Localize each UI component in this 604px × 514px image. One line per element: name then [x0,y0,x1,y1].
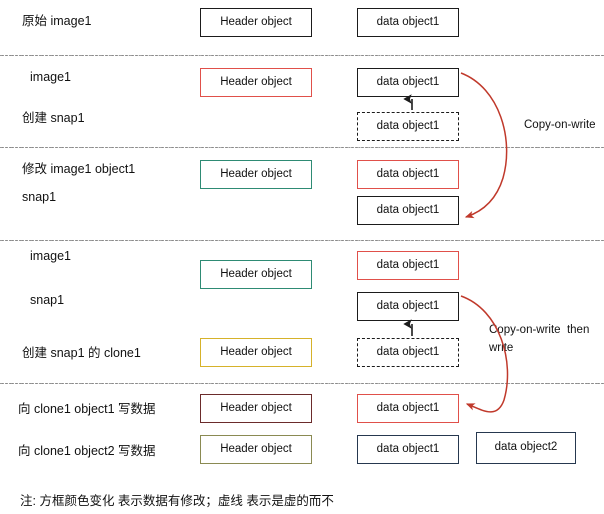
data-object1-box-write-object1: data object1 [357,394,459,423]
data-object1-box-snap1-clone-stage: data object1 [357,292,459,321]
header-object-box-modified-image1: Header object [200,160,312,189]
data-object1-box-image1-clone-stage: data object1 [357,251,459,280]
data-object1-box-image1-snap: data object1 [357,68,459,97]
data-object1-virtual-box-snap1: data object1 [357,112,459,141]
row-label-image1-clone-stage: image1 [30,249,71,263]
annotation-copy-on-write-then-write-line1: Copy-on-write then [489,324,590,336]
row-label-original-image1: 原始 image1 [22,14,92,28]
header-object-box-write-object2: Header object [200,435,312,464]
section-separator-1 [0,55,604,56]
diagram-footnote: 注: 方框颜色变化 表示数据有修改；虚线 表示是虚的而不 [20,494,334,508]
header-object-box-clone1: Header object [200,338,312,367]
row-label-write-clone1-object2: 向 clone1 object2 写数据 [18,444,156,458]
header-object-box-image1-clone-stage: Header object [200,260,312,289]
diagram-canvas: 原始 image1 Header object data object1 ima… [0,0,604,514]
data-object1-virtual-box-clone1: data object1 [357,338,459,367]
row-label-create-clone1: 创建 snap1 的 clone1 [22,346,141,360]
data-object1-box-original: data object1 [357,8,459,37]
row-label-snap1-after-modify: snap1 [22,190,57,204]
row-label-write-clone1-object1: 向 clone1 object1 写数据 [18,402,156,416]
data-object2-box-write-object2: data object2 [476,432,576,464]
annotation-copy-on-write-then-write-line2: write [489,342,514,354]
header-object-box-original: Header object [200,8,312,37]
section-separator-4 [0,383,604,384]
data-object1-box-modified: data object1 [357,160,459,189]
section-separator-3 [0,240,604,241]
copy-on-write-arrow-1 [460,72,508,219]
section-separator-2 [0,147,604,148]
row-label-snap1-clone-stage: snap1 [30,293,65,307]
row-label-create-snap1: 创建 snap1 [22,111,85,125]
data-object1-box-write-object2: data object1 [357,435,459,464]
data-object1-box-snap1-copy: data object1 [357,196,459,225]
row-label-image1-snap-stage: image1 [30,70,71,84]
header-object-box-image1-snap: Header object [200,68,312,97]
header-object-box-write-object1: Header object [200,394,312,423]
row-label-modify-image1-object1: 修改 image1 object1 [22,162,136,176]
annotation-copy-on-write-1: Copy-on-write [524,119,596,131]
